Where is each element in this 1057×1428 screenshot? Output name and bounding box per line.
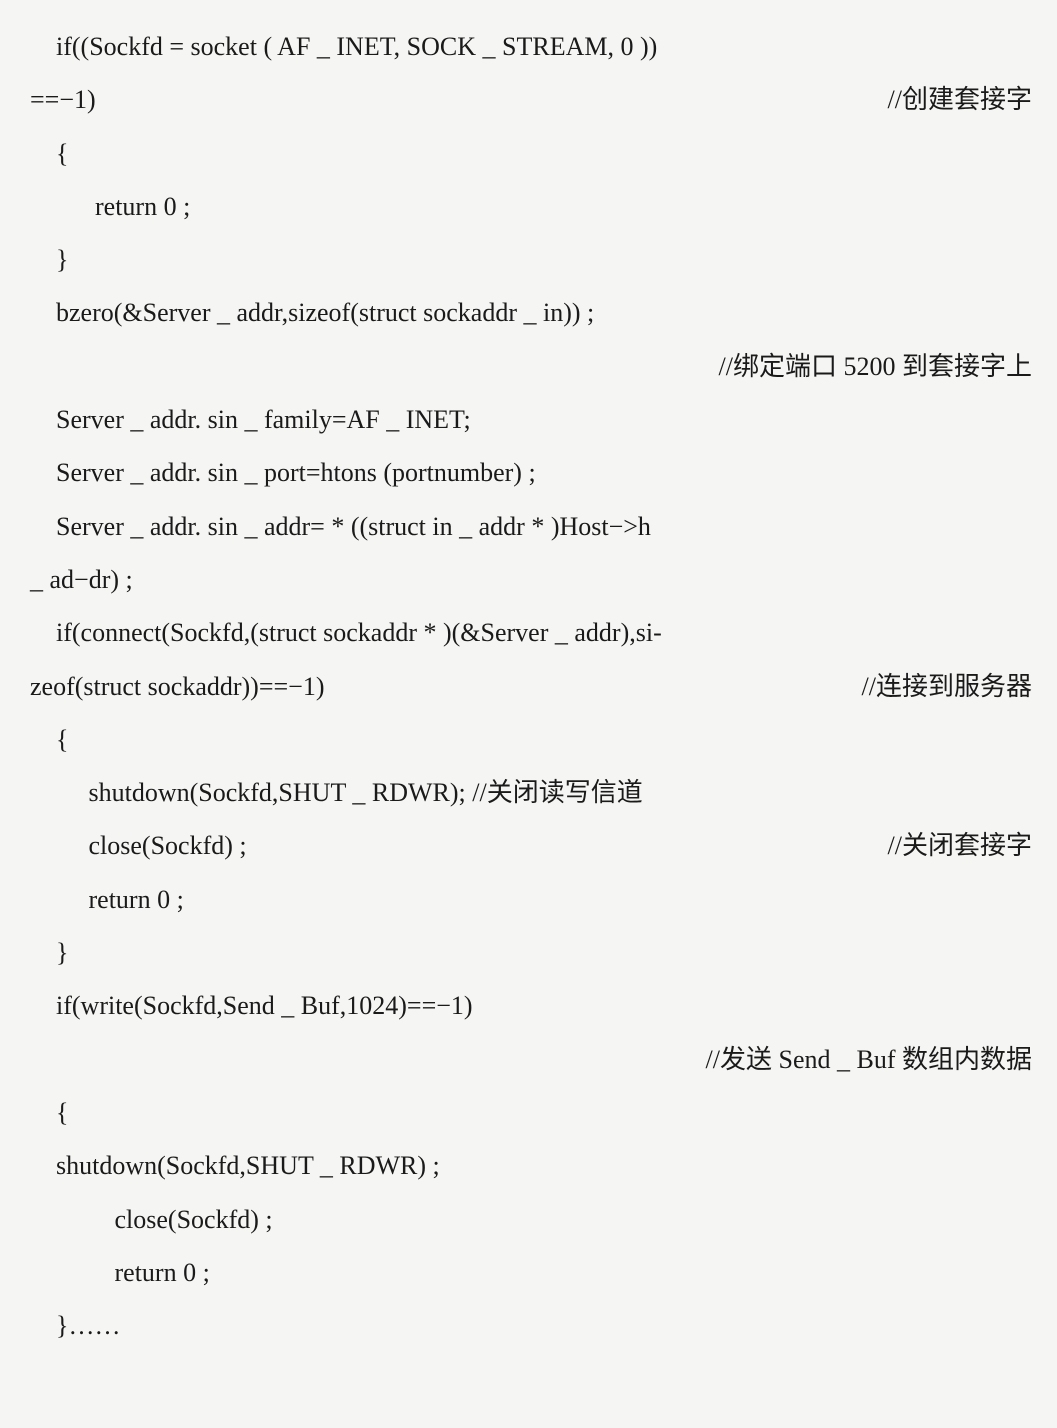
code-line: _ ad−dr) ; (30, 553, 1032, 606)
code-text: _ ad−dr) ; (30, 553, 133, 606)
code-line: zeof(struct sockaddr))==−1) //连接到服务器 (30, 660, 1032, 713)
code-line: bzero(&Server _ addr,sizeof(struct socka… (30, 286, 1032, 339)
code-comment: //关闭套接字 (888, 819, 1032, 872)
code-text: shutdown(Sockfd,SHUT _ RDWR); //关闭读写信道 (30, 766, 643, 819)
code-line: if(connect(Sockfd,(struct sockaddr * )(&… (30, 606, 1032, 659)
code-comment: //发送 Send _ Buf 数组内数据 (706, 1033, 1032, 1086)
code-text: close(Sockfd) ; (30, 819, 247, 872)
code-line: { (30, 127, 1032, 180)
code-comment: //绑定端口 5200 到套接字上 (719, 340, 1032, 393)
code-text: if(connect(Sockfd,(struct sockaddr * )(&… (30, 606, 662, 659)
code-text: } (30, 926, 68, 979)
code-listing: if((Sockfd = socket ( AF _ INET, SOCK _ … (30, 20, 1032, 1352)
code-line: close(Sockfd) ; (30, 1193, 1032, 1246)
code-text: if((Sockfd = socket ( AF _ INET, SOCK _ … (30, 20, 657, 73)
code-text: zeof(struct sockaddr))==−1) (30, 660, 324, 713)
code-line: if((Sockfd = socket ( AF _ INET, SOCK _ … (30, 20, 1032, 73)
code-line: Server _ addr. sin _ addr= * ((struct in… (30, 500, 1032, 553)
code-text: } (30, 233, 68, 286)
code-line: return 0 ; (30, 180, 1032, 233)
code-text: Server _ addr. sin _ addr= * ((struct in… (30, 500, 651, 553)
code-line: { (30, 1086, 1032, 1139)
code-line: Server _ addr. sin _ port=htons (portnum… (30, 446, 1032, 499)
code-text: Server _ addr. sin _ port=htons (portnum… (30, 446, 536, 499)
code-text: }…… (30, 1299, 120, 1352)
code-line: return 0 ; (30, 1246, 1032, 1299)
code-line: close(Sockfd) ; //关闭套接字 (30, 819, 1032, 872)
code-line: }…… (30, 1299, 1032, 1352)
code-text: { (30, 1086, 68, 1139)
code-text: return 0 ; (30, 1246, 210, 1299)
code-text: return 0 ; (30, 873, 184, 926)
code-text: if(write(Sockfd,Send _ Buf,1024)==−1) (30, 979, 473, 1032)
code-line: Server _ addr. sin _ family=AF _ INET; (30, 393, 1032, 446)
code-text: bzero(&Server _ addr,sizeof(struct socka… (30, 286, 594, 339)
code-text: close(Sockfd) ; (30, 1193, 273, 1246)
code-text: return 0 ; (30, 180, 190, 233)
code-text: Server _ addr. sin _ family=AF _ INET; (30, 393, 471, 446)
code-line: ==−1) //创建套接字 (30, 73, 1032, 126)
code-text: shutdown(Sockfd,SHUT _ RDWR) ; (30, 1139, 440, 1192)
code-text: { (30, 127, 68, 180)
code-line: //绑定端口 5200 到套接字上 (30, 340, 1032, 393)
code-text: ==−1) (30, 73, 96, 126)
code-line: } (30, 926, 1032, 979)
code-line: return 0 ; (30, 873, 1032, 926)
code-text: { (30, 713, 68, 766)
code-comment: //连接到服务器 (862, 660, 1032, 713)
code-comment: //创建套接字 (888, 73, 1032, 126)
code-line: } (30, 233, 1032, 286)
code-line: { (30, 713, 1032, 766)
code-line: //发送 Send _ Buf 数组内数据 (30, 1033, 1032, 1086)
code-line: shutdown(Sockfd,SHUT _ RDWR); //关闭读写信道 (30, 766, 1032, 819)
code-line: if(write(Sockfd,Send _ Buf,1024)==−1) (30, 979, 1032, 1032)
code-line: shutdown(Sockfd,SHUT _ RDWR) ; (30, 1139, 1032, 1192)
